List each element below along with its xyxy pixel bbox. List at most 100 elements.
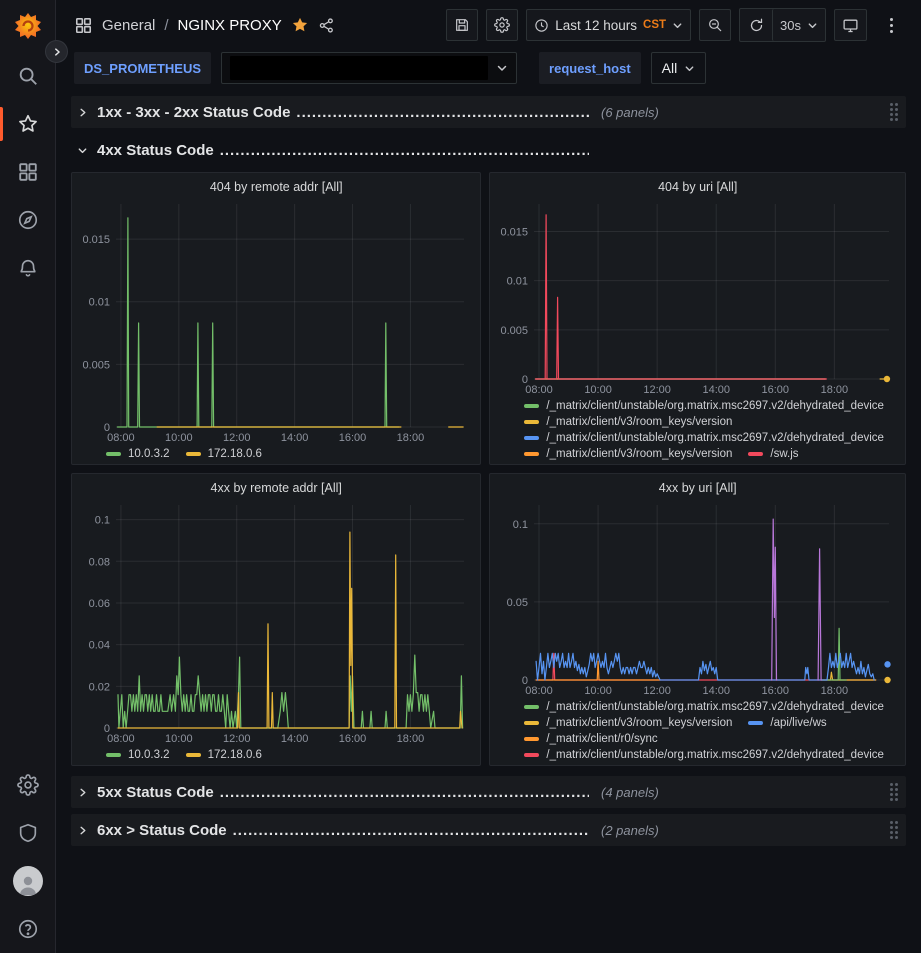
- chevron-down-icon: [75, 145, 89, 156]
- svg-text:10:00: 10:00: [585, 685, 613, 697]
- sidebar-item-profile[interactable]: [0, 857, 56, 905]
- legend-label: 10.0.3.2: [128, 749, 170, 761]
- panel-legend: /_matrix/client/unstable/org.matrix.msc2…: [496, 396, 899, 462]
- clock-icon: [534, 18, 549, 33]
- refresh-icon: [749, 18, 764, 33]
- sidebar-item-server-admin[interactable]: [0, 809, 56, 857]
- search-icon: [17, 65, 39, 87]
- legend-item[interactable]: /_matrix/client/v3/room_keys/version: [524, 717, 732, 729]
- more-options-button[interactable]: [875, 9, 907, 41]
- legend-item[interactable]: /_matrix/client/unstable/org.matrix.msc2…: [524, 432, 884, 444]
- timeseries-chart[interactable]: 00.0050.010.01508:0010:0012:0014:0016:00…: [496, 196, 899, 396]
- panel-404-by-uri: 404 by uri [All] 00.0050.010.01508:0010:…: [489, 172, 906, 465]
- panel-title[interactable]: 404 by remote addr [All]: [78, 177, 474, 196]
- chart-svg: 00.0050.010.01508:0010:0012:0014:0016:00…: [78, 196, 474, 444]
- legend-label: /api/live/ws: [770, 717, 826, 729]
- legend-label: /_matrix/client/v3/room_keys/version: [546, 416, 732, 428]
- legend-item[interactable]: 10.0.3.2: [106, 448, 170, 460]
- chevron-right-icon: [52, 47, 62, 57]
- legend-item[interactable]: 172.18.0.6: [186, 749, 262, 761]
- sidebar-item-help[interactable]: [0, 905, 56, 953]
- share-icon[interactable]: [318, 17, 335, 34]
- dashboards-grid-icon[interactable]: [74, 16, 93, 35]
- legend-swatch: [524, 737, 539, 741]
- sidebar-item-dashboards[interactable]: [0, 148, 56, 196]
- legend-item[interactable]: /_matrix/client/v3/room_keys/version: [524, 448, 732, 460]
- svg-text:10:00: 10:00: [165, 733, 193, 745]
- legend-swatch: [186, 452, 201, 456]
- panel-title[interactable]: 4xx by uri [All]: [496, 478, 899, 497]
- row-title: 1xx - 3xx - 2xx Status Code: [97, 104, 290, 121]
- row-drag-handle[interactable]: [888, 101, 900, 123]
- timezone-label: CST: [643, 19, 666, 31]
- panels-grid-row1: 404 by remote addr [All] 00.0050.010.015…: [71, 172, 906, 766]
- svg-text:16:00: 16:00: [762, 384, 790, 396]
- legend-item[interactable]: /_matrix/client/v3/room_keys/version: [524, 416, 732, 428]
- panel-4xx-by-remote-addr: 4xx by remote addr [All] 00.020.040.060.…: [71, 473, 481, 766]
- person-icon: [15, 872, 41, 896]
- svg-text:14:00: 14:00: [703, 685, 731, 697]
- refresh-interval-dropdown[interactable]: 30s: [772, 9, 825, 41]
- legend-swatch: [106, 753, 121, 757]
- datasource-value-redacted: [230, 56, 488, 80]
- legend-item[interactable]: /api/live/ws: [748, 717, 826, 729]
- legend-item[interactable]: /_matrix/client/r0/sync: [524, 733, 657, 745]
- refresh-button[interactable]: [740, 9, 772, 41]
- row-6xx[interactable]: 6xx > Status Code ......................…: [71, 814, 906, 846]
- dashboard-settings-button[interactable]: [486, 9, 518, 41]
- sidebar-item-configuration[interactable]: [0, 761, 56, 809]
- save-dashboard-button[interactable]: [446, 9, 478, 41]
- legend-label: /_matrix/client/unstable/org.matrix.msc2…: [546, 749, 884, 761]
- svg-text:18:00: 18:00: [397, 733, 425, 745]
- avatar: [13, 866, 43, 896]
- favorite-star-icon[interactable]: [291, 16, 309, 34]
- row-title: 6xx > Status Code: [97, 822, 227, 839]
- row-1xx-3xx-2xx[interactable]: 1xx - 3xx - 2xx Status Code ............…: [71, 96, 906, 128]
- sidebar-expand-button[interactable]: [45, 40, 68, 63]
- svg-text:12:00: 12:00: [223, 432, 251, 444]
- svg-text:0.1: 0.1: [513, 519, 528, 531]
- svg-text:08:00: 08:00: [107, 432, 135, 444]
- legend-item[interactable]: /_matrix/client/unstable/org.matrix.msc2…: [524, 749, 884, 761]
- legend-label: 172.18.0.6: [208, 749, 262, 761]
- time-range-picker[interactable]: Last 12 hours CST: [526, 9, 691, 41]
- chevron-down-icon: [807, 20, 818, 31]
- request-host-select[interactable]: All: [651, 52, 707, 84]
- svg-text:10:00: 10:00: [165, 432, 193, 444]
- cycle-view-mode-button[interactable]: [834, 9, 867, 41]
- legend-item[interactable]: 172.18.0.6: [186, 448, 262, 460]
- panel-title[interactable]: 4xx by remote addr [All]: [78, 478, 474, 497]
- datasource-select[interactable]: [221, 52, 517, 84]
- legend-item[interactable]: /sw.js: [748, 448, 798, 460]
- svg-text:12:00: 12:00: [644, 384, 672, 396]
- row-drag-handle[interactable]: [888, 819, 900, 841]
- row-5xx[interactable]: 5xx Status Code ........................…: [71, 776, 906, 808]
- row-4xx[interactable]: 4xx Status Code ........................…: [71, 134, 906, 166]
- legend-item[interactable]: 10.0.3.2: [106, 749, 170, 761]
- panel-title[interactable]: 404 by uri [All]: [496, 177, 899, 196]
- svg-text:16:00: 16:00: [339, 733, 367, 745]
- sidebar-item-explore[interactable]: [0, 196, 56, 244]
- legend-item[interactable]: /_matrix/client/unstable/org.matrix.msc2…: [524, 701, 884, 713]
- dashboard-title[interactable]: NGINX PROXY: [178, 17, 282, 34]
- timeseries-chart[interactable]: 00.050.108:0010:0012:0014:0016:0018:00: [496, 497, 899, 697]
- breadcrumb-section[interactable]: General: [102, 17, 155, 34]
- panel-4xx-by-uri: 4xx by uri [All] 00.050.108:0010:0012:00…: [489, 473, 906, 766]
- timeseries-chart[interactable]: 00.0050.010.01508:0010:0012:0014:0016:00…: [78, 196, 474, 444]
- svg-text:0.1: 0.1: [95, 515, 110, 527]
- legend-label: /_matrix/client/v3/room_keys/version: [546, 717, 732, 729]
- chart-svg: 00.050.108:0010:0012:0014:0016:0018:00: [496, 497, 899, 697]
- row-leader-dots: ........................................…: [220, 784, 589, 801]
- legend-swatch: [186, 753, 201, 757]
- sidebar-item-alerting[interactable]: [0, 244, 56, 292]
- zoom-out-time-button[interactable]: [699, 9, 731, 41]
- row-drag-handle[interactable]: [888, 781, 900, 803]
- row-leader-dots: ........................................…: [233, 822, 589, 839]
- legend-item[interactable]: /_matrix/client/unstable/org.matrix.msc2…: [524, 400, 884, 412]
- timeseries-chart[interactable]: 00.020.040.060.080.108:0010:0012:0014:00…: [78, 497, 474, 745]
- dashboard-content: 1xx - 3xx - 2xx Status Code ............…: [56, 94, 921, 953]
- sidebar-item-starred[interactable]: [0, 100, 56, 148]
- svg-text:08:00: 08:00: [107, 733, 135, 745]
- variables-bar: DS_PROMETHEUS request_host All: [56, 46, 921, 94]
- svg-text:14:00: 14:00: [703, 384, 731, 396]
